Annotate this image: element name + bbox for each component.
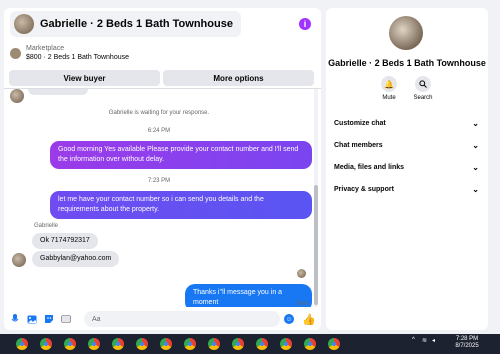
chat-header: Gabrielle · 2 Beds 1 Bath Townhouse i <box>4 8 321 40</box>
incoming-message[interactable]: Gabbylan@yahoo.com <box>32 251 120 267</box>
sent-status: Sent <box>296 301 309 307</box>
speaker-icon[interactable]: ◂ <box>432 337 435 344</box>
menu-label: Media, files and links <box>334 163 405 171</box>
emoji-icon[interactable]: ☺ <box>284 314 294 324</box>
chevron-down-icon: ⌄ <box>472 118 479 128</box>
gif-icon[interactable] <box>61 314 71 324</box>
chrome-icon[interactable] <box>64 338 76 350</box>
message-bubble-partial <box>28 89 88 95</box>
clock-date: 8/7/2025 <box>455 343 479 349</box>
chrome-icon[interactable] <box>88 338 100 350</box>
chrome-icon[interactable] <box>256 338 268 350</box>
chrome-icon[interactable] <box>304 338 316 350</box>
tray-chevron-icon[interactable]: ^ <box>412 337 415 343</box>
menu-label: Privacy & support <box>334 185 394 193</box>
marketplace-label: Marketplace <box>26 45 65 52</box>
timestamp: 6:24 PM <box>147 128 171 134</box>
waiting-notice: Gabrielle is waiting for your response. <box>108 110 210 116</box>
bell-icon: 🔔 <box>381 76 397 92</box>
scrollbar-thumb[interactable] <box>314 185 318 305</box>
listing-thumbnail <box>10 48 21 59</box>
outgoing-message[interactable]: Thanks i''ll message you in a moment <box>185 284 312 307</box>
system-clock[interactable]: 7:28 PM 8/7/2025 <box>447 336 487 350</box>
incoming-message[interactable]: Ok 7174792317 <box>32 233 98 249</box>
outgoing-message[interactable]: let me have your contact number so i can… <box>50 191 312 219</box>
thread-scrollbar[interactable] <box>314 89 318 307</box>
avatar <box>12 253 26 267</box>
chrome-icon[interactable] <box>232 338 244 350</box>
info-icon[interactable]: i <box>299 18 311 30</box>
avatar <box>10 89 24 103</box>
clock-time: 7:28 PM <box>455 336 479 342</box>
taskbar: ^ ≋ ◂ 7:28 PM 8/7/2025 <box>0 334 500 354</box>
chevron-down-icon: ⌄ <box>472 184 479 194</box>
chrome-icon[interactable] <box>16 338 28 350</box>
message-thread[interactable]: Gabrielle is waiting for your response. … <box>4 89 314 307</box>
chrome-icon[interactable] <box>208 338 220 350</box>
action-buttons: View buyer More options <box>9 70 314 86</box>
like-icon[interactable]: 👍 <box>302 313 316 326</box>
chevron-down-icon: ⌄ <box>472 162 479 172</box>
menu-customize-chat[interactable]: Customize chat ⌄ <box>334 116 479 130</box>
search-icon <box>415 76 431 92</box>
chrome-icon[interactable] <box>160 338 172 350</box>
marketplace-banner: Marketplace $800 · 2 Beds 1 Bath Townhou… <box>4 44 321 66</box>
composer: Aa ☺ 👍 <box>4 308 321 330</box>
sender-name: Gabrielle <box>34 223 59 229</box>
chrome-icon[interactable] <box>40 338 52 350</box>
profile-avatar[interactable] <box>389 16 423 50</box>
side-title: Gabrielle · 2 Beds 1 Bath Townhouse <box>328 58 486 68</box>
view-buyer-button[interactable]: View buyer <box>9 70 160 86</box>
search-label: Search <box>413 95 433 101</box>
outgoing-message[interactable]: Good morning Yes available Please provid… <box>50 141 312 169</box>
timestamp: 7:23 PM <box>147 178 171 184</box>
message-input[interactable]: Aa <box>84 311 280 327</box>
wifi-icon[interactable]: ≋ <box>422 337 427 344</box>
search-button[interactable]: Search <box>403 76 443 101</box>
chrome-icon[interactable] <box>328 338 340 350</box>
sticker-icon[interactable] <box>44 314 54 324</box>
conversation-title: Gabrielle · 2 Beds 1 Bath Townhouse <box>40 18 233 30</box>
menu-privacy-support[interactable]: Privacy & support ⌄ <box>334 182 479 196</box>
menu-label: Chat members <box>334 141 383 149</box>
conversation-info-panel: Gabrielle · 2 Beds 1 Bath Townhouse 🔔 Mu… <box>326 8 488 330</box>
read-receipt-avatar <box>297 269 306 278</box>
conversation-title-button[interactable]: Gabrielle · 2 Beds 1 Bath Townhouse <box>10 11 241 37</box>
menu-chat-members[interactable]: Chat members ⌄ <box>334 138 479 152</box>
more-options-button[interactable]: More options <box>163 70 314 86</box>
photo-icon[interactable] <box>27 314 37 324</box>
screen: Gabrielle · 2 Beds 1 Bath Townhouse i Ma… <box>0 0 500 354</box>
chat-panel: Gabrielle · 2 Beds 1 Bath Townhouse i Ma… <box>4 8 321 330</box>
listing-summary[interactable]: $800 · 2 Beds 1 Bath Townhouse <box>26 53 129 62</box>
chrome-icon[interactable] <box>112 338 124 350</box>
chrome-icon[interactable] <box>136 338 148 350</box>
chrome-icon[interactable] <box>280 338 292 350</box>
chrome-icon[interactable] <box>184 338 196 350</box>
microphone-icon[interactable] <box>10 314 20 324</box>
menu-media-files-links[interactable]: Media, files and links ⌄ <box>334 160 479 174</box>
menu-label: Customize chat <box>334 119 386 127</box>
avatar <box>14 14 34 34</box>
chevron-down-icon: ⌄ <box>472 140 479 150</box>
